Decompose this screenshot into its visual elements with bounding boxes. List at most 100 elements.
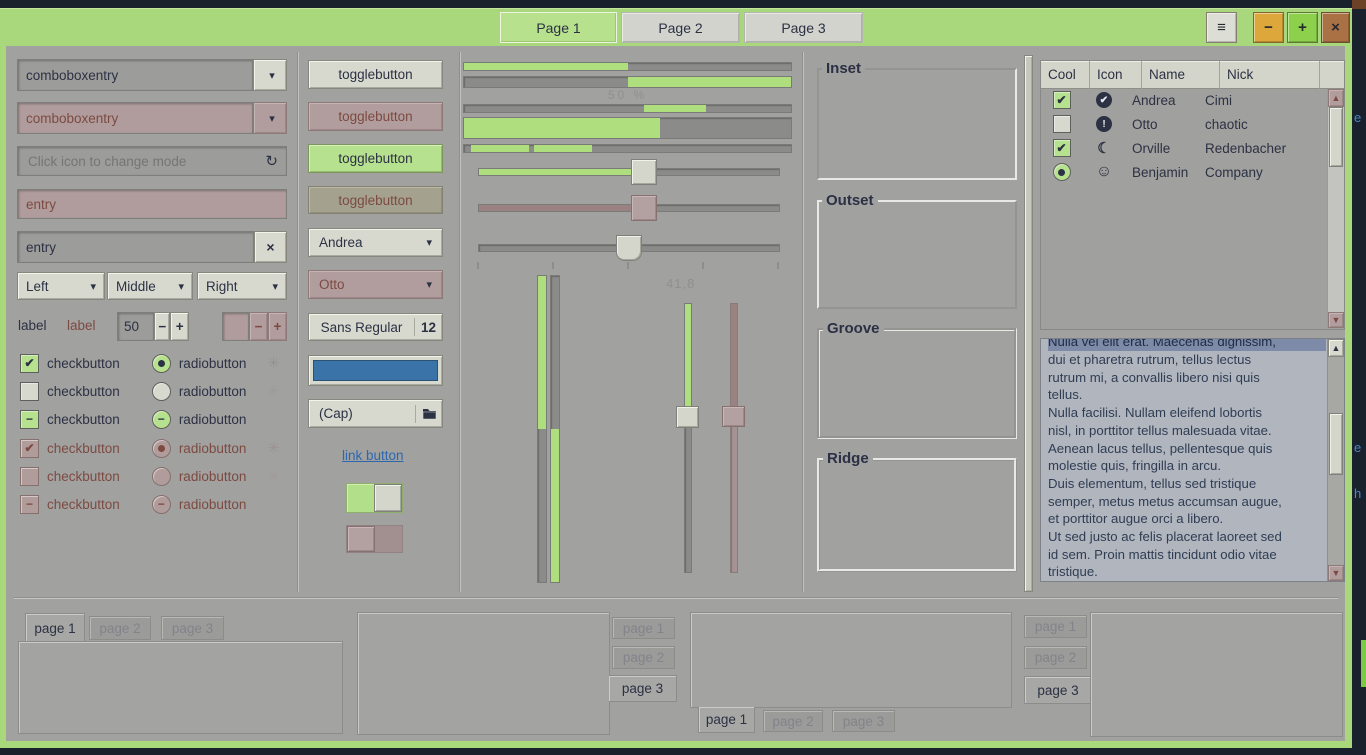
hscale-with-marks[interactable] xyxy=(478,235,780,261)
checkbutton-row: −checkbutton −radiobutton xyxy=(20,410,280,428)
scrollbar-thumb[interactable] xyxy=(1329,413,1343,475)
scroll-up-button[interactable]: ▲ xyxy=(1328,89,1344,107)
hscale-slider-handle[interactable] xyxy=(616,235,642,261)
minimize-button[interactable]: − xyxy=(1253,12,1284,43)
pane-splitter-handle[interactable] xyxy=(1024,55,1033,592)
checkbox-unchecked[interactable] xyxy=(20,382,39,401)
table-row[interactable]: ! Otto chaotic xyxy=(1041,112,1344,136)
column-header-name[interactable]: Name xyxy=(1142,61,1220,89)
vscale-slider-handle[interactable] xyxy=(676,406,699,428)
radiobutton-label: radiobutton xyxy=(179,441,247,456)
combobox-value: Otto xyxy=(319,277,345,292)
nb3-tab-page2[interactable]: page 2 xyxy=(763,710,823,732)
icon-mode-entry-input[interactable] xyxy=(26,153,265,170)
nb4-tab-page1[interactable]: page 1 xyxy=(1024,615,1087,638)
statusbar-separator xyxy=(14,597,1338,598)
spin-minus-button[interactable]: − xyxy=(154,312,170,341)
hscale[interactable] xyxy=(478,159,780,185)
menu-button[interactable]: ≡ xyxy=(1206,12,1237,43)
column-header-nick[interactable]: Nick xyxy=(1220,61,1320,89)
radio-selected[interactable] xyxy=(152,354,171,373)
nb4-tab-page2[interactable]: page 2 xyxy=(1024,646,1087,669)
entry-input[interactable]: entry xyxy=(17,231,254,263)
comboboxentry-input[interactable]: comboboxentry xyxy=(17,59,253,91)
switch-handle[interactable] xyxy=(374,484,402,512)
vscale[interactable] xyxy=(676,303,699,573)
table-row[interactable]: ✔ ✔ Andrea Cimi xyxy=(1041,88,1344,112)
scroll-down-button[interactable]: ▼ xyxy=(1328,312,1344,328)
nb4-tab-page3[interactable]: page 3 xyxy=(1024,676,1091,704)
radio-selected-disabled xyxy=(152,439,171,458)
file-value: (Cap) xyxy=(309,406,415,421)
togglebutton-normal[interactable]: togglebutton xyxy=(308,60,443,89)
header-label: Nick xyxy=(1227,67,1253,82)
table-row[interactable]: ✔ ☾ Orville Redenbacher xyxy=(1041,136,1344,160)
nb1-tab-page2[interactable]: page 2 xyxy=(89,616,151,640)
spinbutton-value[interactable]: 50 xyxy=(117,312,154,341)
minimize-icon: − xyxy=(1264,19,1273,36)
nb3-content xyxy=(690,612,1012,708)
treeview-scrollbar[interactable]: ▲ ▼ xyxy=(1327,89,1344,328)
dropdown-right[interactable]: Right▾ xyxy=(197,272,287,300)
nb1-tab-page3[interactable]: page 3 xyxy=(161,616,224,640)
checkbutton-label: checkbutton xyxy=(47,356,120,371)
checkbox-checked[interactable]: ✔ xyxy=(20,354,39,373)
checkbox-checked[interactable]: ✔ xyxy=(1053,139,1071,157)
selected-text-line: Nulla vel elit erat. Maecenas dignissim, xyxy=(1048,339,1326,351)
treeview[interactable]: Cool Icon Name Nick ✔ ✔ Andrea Cimi ! Ot… xyxy=(1040,60,1345,330)
font-button[interactable]: Sans Regular 12 xyxy=(308,313,443,341)
hscale-slider-handle[interactable] xyxy=(631,159,657,185)
nb1-tab-page1[interactable]: page 1 xyxy=(25,613,85,642)
table-row[interactable]: ☺ Benjamin Company xyxy=(1041,160,1344,184)
hscale-disabled xyxy=(478,195,780,221)
togglebutton-active[interactable]: togglebutton xyxy=(308,144,443,173)
spin-plus-button[interactable]: + xyxy=(170,312,189,341)
nb3-tab-page1[interactable]: page 1 xyxy=(698,707,755,733)
column-header-icon[interactable]: Icon xyxy=(1090,61,1142,89)
maximize-button[interactable]: + xyxy=(1287,12,1318,43)
entry-with-clear[interactable]: entry × xyxy=(17,232,287,262)
switch-on[interactable] xyxy=(346,483,403,513)
nb2-tab-page1[interactable]: page 1 xyxy=(612,617,675,639)
color-button[interactable] xyxy=(308,355,443,386)
vscale-disabled xyxy=(722,303,745,573)
close-button[interactable]: × xyxy=(1321,12,1350,43)
nb3-tab-page3[interactable]: page 3 xyxy=(832,710,895,732)
combobox-andrea[interactable]: Andrea▾ xyxy=(308,228,443,257)
scroll-down-button[interactable]: ▼ xyxy=(1328,565,1344,581)
column-header-cool[interactable]: Cool xyxy=(1041,61,1090,89)
nb2-tab-page2[interactable]: page 2 xyxy=(612,646,675,669)
checkbox-mixed[interactable]: − xyxy=(20,410,39,429)
switch-off-disabled xyxy=(346,525,403,553)
radio-mixed[interactable]: − xyxy=(152,410,171,429)
textview[interactable]: Nulla vel elit erat. Maecenas dignissim,… xyxy=(1040,338,1345,582)
down-arrow-icon: ▼ xyxy=(1332,315,1341,325)
comboboxentry[interactable]: comboboxentry ▾ xyxy=(17,60,287,90)
checkbox-unchecked[interactable] xyxy=(1053,115,1071,133)
scroll-up-button[interactable]: ▲ xyxy=(1328,339,1344,357)
checkbox-checked[interactable]: ✔ xyxy=(1053,91,1071,109)
radio-unselected[interactable] xyxy=(152,382,171,401)
textview-scrollbar[interactable]: ▲ ▼ xyxy=(1327,339,1344,581)
checkbox-mixed-disabled: − xyxy=(20,495,39,514)
scale-mark xyxy=(552,262,554,269)
nb2-tab-page3[interactable]: page 3 xyxy=(609,675,677,702)
icon-mode-entry[interactable]: ↻ xyxy=(17,146,287,176)
radiobutton-label: radiobutton xyxy=(179,356,247,371)
dropdown-middle[interactable]: Middle▾ xyxy=(107,272,193,300)
combobox-value: Andrea xyxy=(319,235,363,250)
dropdown-left[interactable]: Left▾ xyxy=(17,272,105,300)
clear-entry-button[interactable]: × xyxy=(254,231,287,263)
file-chooser-button[interactable]: (Cap) xyxy=(308,399,443,428)
link-button[interactable]: link button xyxy=(342,448,404,463)
comboboxentry-dropdown-button[interactable]: ▾ xyxy=(253,59,287,91)
text-line: semper, metus metus accumsan augue, xyxy=(1048,493,1344,511)
radio-selected[interactable] xyxy=(1053,163,1071,181)
titlebar-tab-page3[interactable]: Page 3 xyxy=(744,12,863,43)
scrollbar-thumb[interactable] xyxy=(1329,107,1343,167)
titlebar-tab-page1[interactable]: Page 1 xyxy=(500,12,617,43)
titlebar-tab-page2[interactable]: Page 2 xyxy=(621,12,740,43)
tab-label: page 2 xyxy=(1035,650,1076,665)
spinbutton[interactable]: 50 − + xyxy=(117,313,189,340)
refresh-icon[interactable]: ↻ xyxy=(265,152,278,170)
